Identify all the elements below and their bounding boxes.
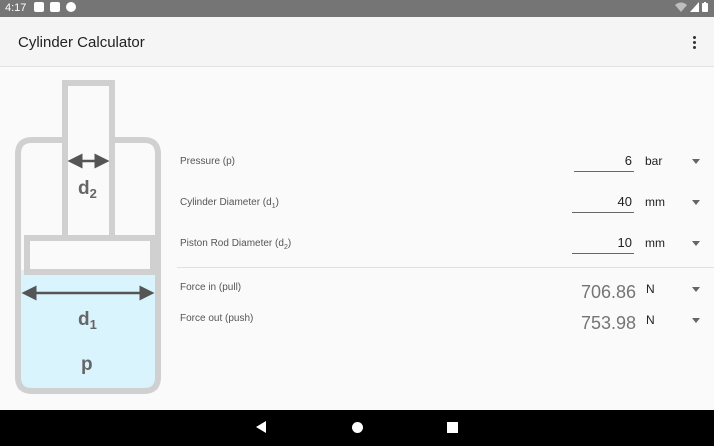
cylinder-diameter-row: Cylinder Diameter (d1) mm (175, 189, 714, 219)
rod-diameter-row: Piston Rod Diameter (d2) mm (175, 230, 714, 260)
rod-diameter-unit[interactable]: mm (645, 236, 665, 250)
overflow-dot (692, 35, 696, 39)
cylinder-diameter-unit-dropdown-icon[interactable] (692, 200, 700, 205)
status-system-icons (675, 2, 708, 12)
pressure-label: Pressure (p) (180, 156, 236, 167)
force-in-row: Force in (pull) 706.86 N (175, 279, 714, 309)
piston-head (24, 235, 156, 275)
force-out-unit-dropdown-icon[interactable] (692, 318, 700, 323)
recents-icon[interactable] (447, 422, 458, 433)
pressure-unit[interactable]: bar (645, 154, 662, 168)
force-out-unit[interactable]: N (646, 313, 655, 327)
overflow-dot (692, 40, 696, 44)
wifi-icon (675, 2, 687, 12)
status-bar: 4:17 (0, 0, 714, 17)
pressure-label: p (81, 354, 93, 375)
app-title: Cylinder Calculator (18, 34, 145, 51)
sync-notification-icon (66, 2, 76, 12)
overflow-menu-button[interactable] (682, 29, 706, 55)
overflow-dot (692, 45, 696, 49)
force-out-value: 753.98 (580, 313, 636, 333)
cylinder-diameter-input[interactable] (572, 191, 634, 213)
back-icon[interactable] (256, 421, 266, 433)
force-out-row: Force out (push) 753.98 N (175, 310, 714, 340)
rod-diameter-label: Piston Rod Diameter (d2) (180, 238, 292, 251)
pressure-row: Pressure (p) bar (175, 148, 714, 178)
status-notification-icons (34, 2, 76, 12)
pressure-input[interactable] (574, 150, 634, 172)
home-icon[interactable] (352, 422, 363, 433)
cylinder-diagram: d2 d1 p (15, 80, 161, 394)
cylinder-diameter-label: Cylinder Diameter (d1) (180, 197, 279, 210)
sd-card-icon (50, 2, 60, 12)
force-out-label: Force out (push) (180, 313, 254, 324)
pressure-unit-dropdown-icon[interactable] (692, 159, 700, 164)
force-in-label: Force in (pull) (180, 282, 242, 293)
rod-diameter-unit-dropdown-icon[interactable] (692, 241, 700, 246)
status-time: 4:17 (5, 2, 27, 14)
force-in-value: 706.86 (580, 282, 636, 302)
image-notification-icon (34, 2, 44, 12)
force-in-unit-dropdown-icon[interactable] (692, 287, 700, 292)
signal-icon (690, 2, 699, 12)
divider (177, 267, 714, 268)
app-bar: Cylinder Calculator (0, 17, 714, 67)
force-in-unit[interactable]: N (646, 282, 655, 296)
battery-icon (702, 2, 708, 12)
cylinder-diameter-unit[interactable]: mm (645, 195, 665, 209)
rod-diameter-input[interactable] (572, 232, 634, 254)
navigation-bar (0, 410, 714, 446)
